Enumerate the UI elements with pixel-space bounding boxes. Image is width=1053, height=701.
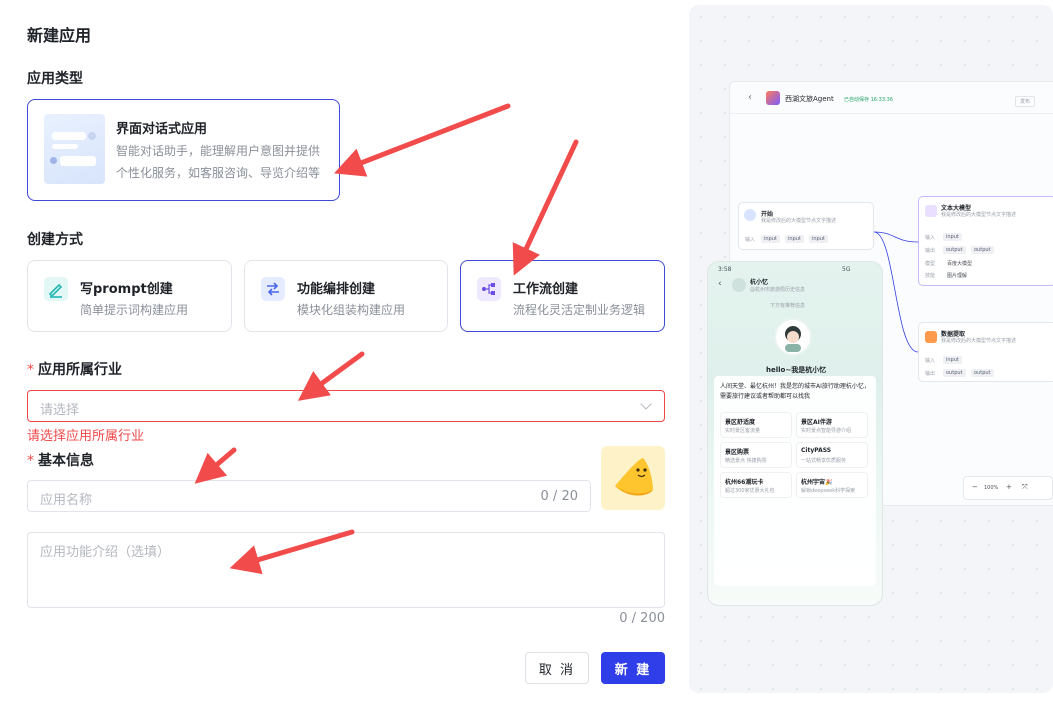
- arrow-to-type-card: [334, 103, 511, 177]
- arrow-to-workflow: [512, 139, 579, 276]
- arrow-to-industry: [297, 351, 365, 401]
- arrow-to-name: [194, 447, 237, 484]
- annotation-arrows: [194, 103, 579, 575]
- arrow-to-intro: [229, 529, 355, 575]
